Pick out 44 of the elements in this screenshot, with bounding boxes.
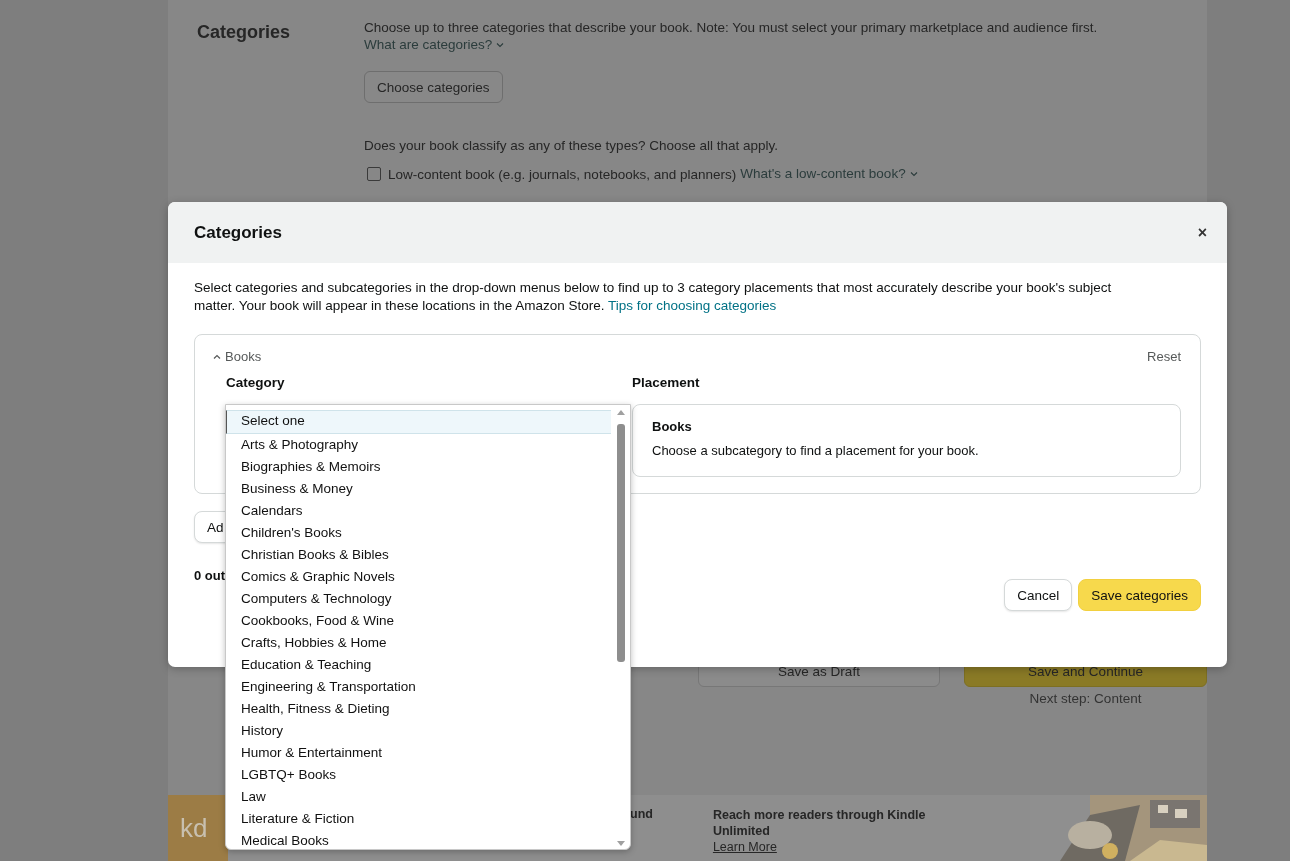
dropdown-option[interactable]: Cookbooks, Food & Wine — [226, 610, 615, 632]
description-text: Choose up to three categories that describe your book. Note: You must select your primary marketplace and audience first. — [364, 19, 1098, 36]
close-button[interactable]: × — [1197, 223, 1207, 242]
next-step-text: Next step: Content — [1028, 691, 1143, 706]
count-text: 0 out — [194, 568, 226, 583]
dropdown-option[interactable]: Engineering & Transportation — [226, 676, 615, 698]
dropdown-option[interactable]: Medical Books — [226, 830, 615, 852]
dropdown-option[interactable]: Humor & Entertainment — [226, 742, 615, 764]
section-title: Categories — [196, 21, 292, 44]
dropdown-option[interactable]: Health, Fitness & Dieting — [226, 698, 615, 720]
dropdown-option[interactable]: Select one — [226, 410, 611, 434]
dropdown-option[interactable]: Comics & Graphic Novels — [226, 566, 615, 588]
dropdown-option[interactable]: Literature & Fiction — [226, 808, 615, 830]
save-button[interactable]: Save categories — [1078, 579, 1201, 611]
placement-title: Books — [652, 419, 693, 434]
checkbox[interactable] — [367, 167, 381, 181]
dropdown-option[interactable]: Christian Books & Bibles — [226, 544, 615, 566]
types-question: Does your book classify as any of these types? Choose all that apply. — [364, 138, 778, 153]
dropdown-option[interactable]: Business & Money — [226, 478, 615, 500]
dropdown-option[interactable]: Law — [226, 786, 615, 808]
chevron-up-icon — [213, 353, 221, 360]
cancel-button[interactable]: Cancel — [1004, 579, 1073, 611]
dropdown-option[interactable]: LGBTQ+ Books — [226, 764, 615, 786]
chevron-down-icon — [496, 42, 505, 48]
dialog-title: Categories — [194, 222, 282, 243]
column-label: Placement — [632, 375, 701, 392]
column-label: Category — [226, 375, 286, 392]
tips-link[interactable]: Tips for choosing categories — [608, 298, 777, 313]
dropdown-option[interactable]: Computers & Technology — [226, 588, 615, 610]
promo-text: und — [630, 806, 653, 823]
dropdown-option[interactable]: History — [226, 720, 615, 742]
dropdown-option[interactable]: Education & Teaching — [226, 654, 615, 676]
chevron-down-icon — [909, 171, 918, 177]
checkbox-label: Low-content book (e.g. journals, notebooks, and planners) — [388, 166, 737, 182]
reset-link[interactable]: Reset — [1147, 349, 1181, 364]
dropdown-option[interactable]: Biographies & Memoirs — [226, 456, 615, 478]
dropdown-option[interactable]: Arts & Photography — [226, 434, 615, 456]
placement-hint: Choose a subcategory to find a placement for your book. — [652, 443, 980, 458]
learn-more-link[interactable]: Learn More — [712, 840, 777, 854]
choose-categories-button[interactable]: Choose categories — [364, 71, 503, 103]
books-toggle[interactable]: Books — [213, 349, 262, 364]
promo-title: Reach more readers through Kindle Unlimited — [712, 807, 927, 839]
dropdown-option[interactable]: Crafts, Hobbies & Home — [226, 632, 615, 654]
intro-text: Select categories and subcategories in the drop-down menus below to find up to 3 category placements that most accurately describe your book's subject matter. Your book will appear in these locations in the Amazon Store. Tips for choosing categories — [194, 279, 1113, 315]
